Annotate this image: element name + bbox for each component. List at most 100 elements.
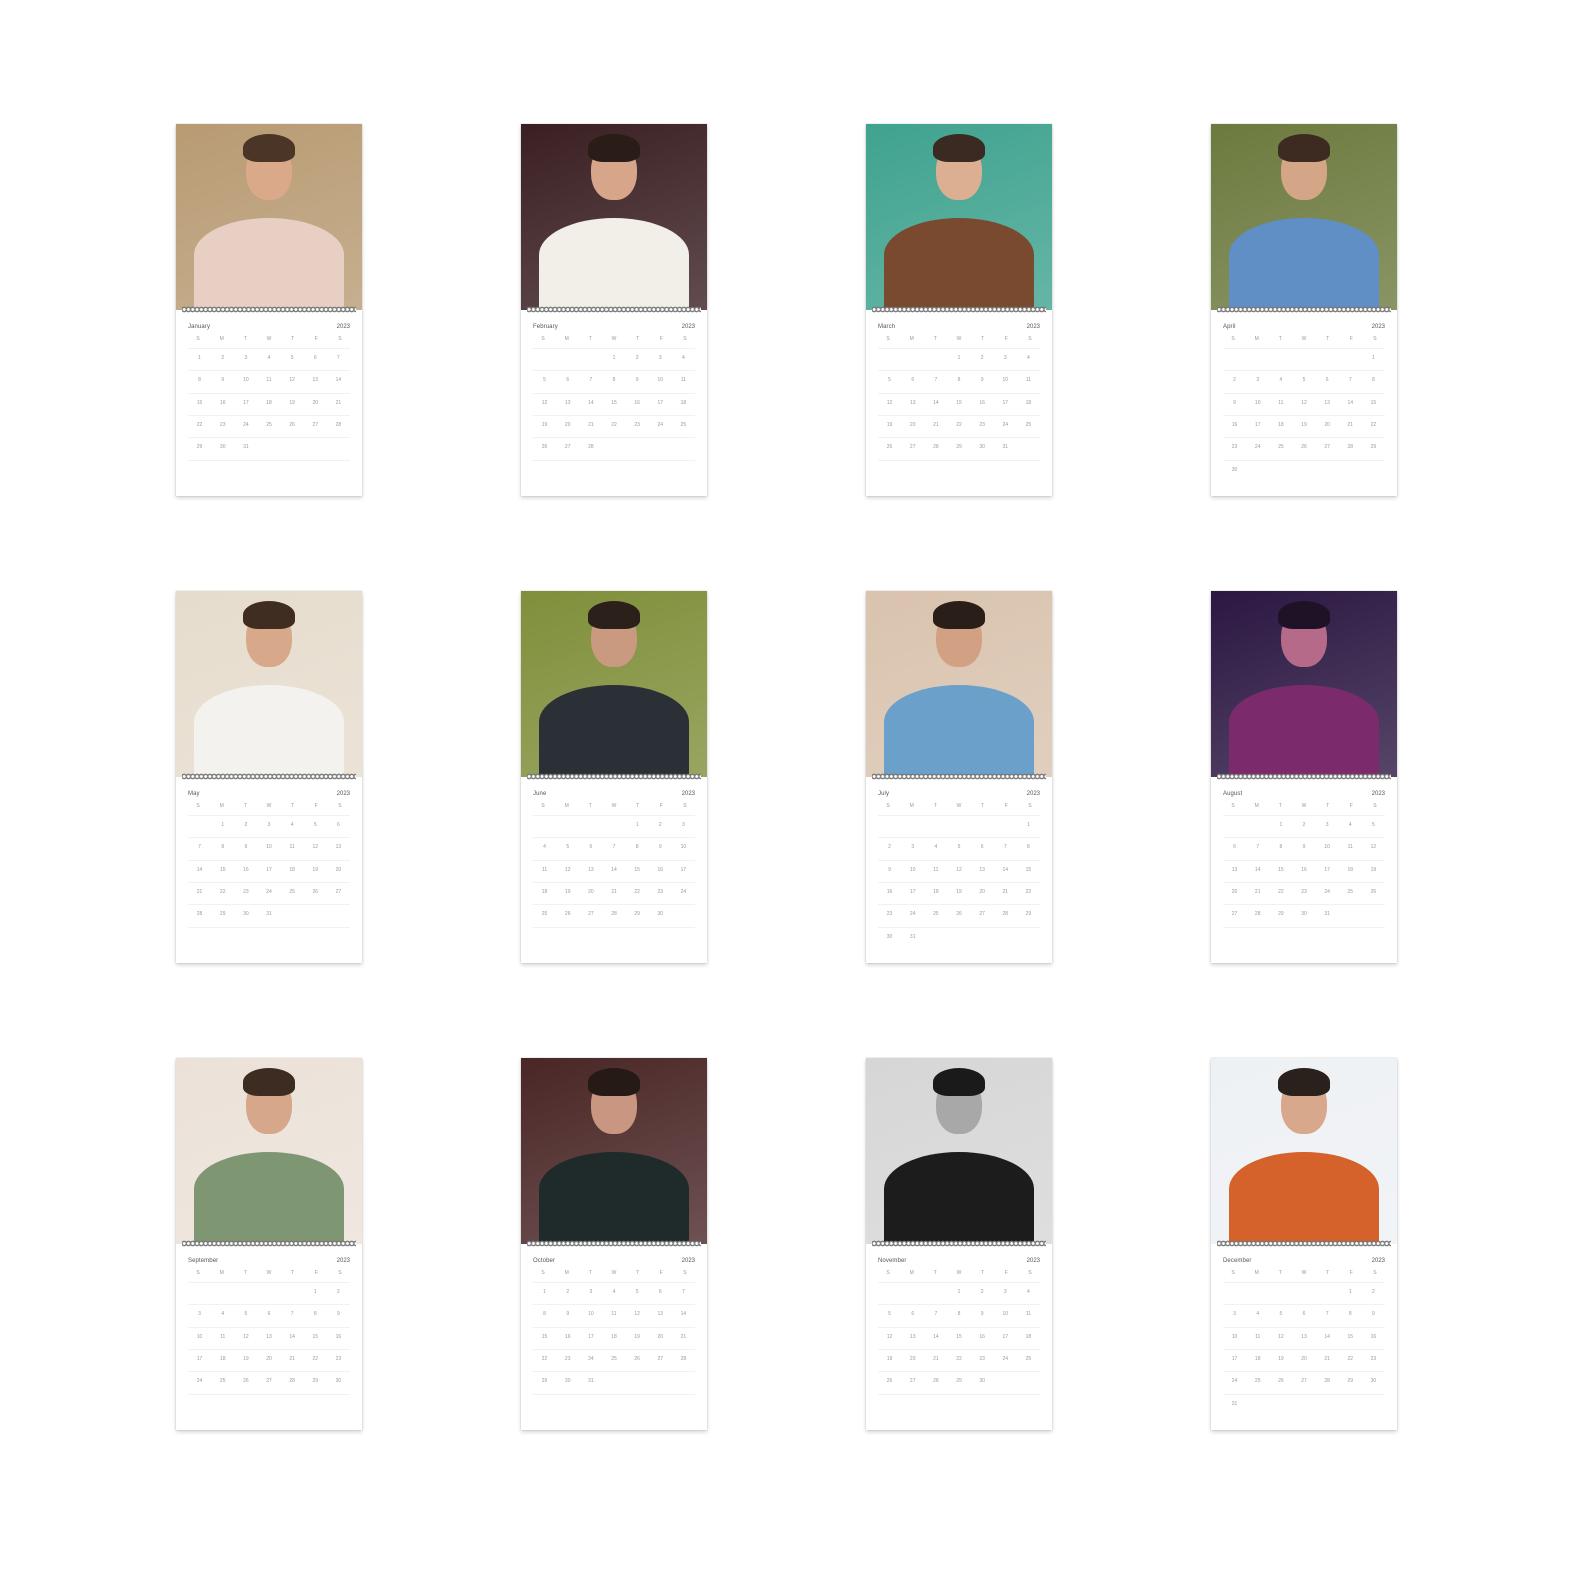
day-cell[interactable]: 16 — [625, 392, 649, 415]
day-cell[interactable]: 19 — [1292, 415, 1316, 437]
day-cell[interactable] — [280, 904, 304, 926]
day-cell[interactable]: 25 — [1016, 1349, 1040, 1371]
day-cell[interactable]: 28 — [924, 437, 948, 459]
day-cell[interactable]: 9 — [1292, 837, 1316, 859]
day-cell[interactable]: 7 — [1246, 837, 1270, 859]
day-cell[interactable]: 20 — [257, 1349, 281, 1371]
day-cell[interactable] — [303, 437, 327, 459]
day-cell[interactable] — [1292, 459, 1316, 482]
day-cell[interactable]: 9 — [1361, 1304, 1385, 1326]
day-cell[interactable]: 29 — [188, 437, 212, 459]
day-cell[interactable]: 9 — [1223, 392, 1247, 415]
calendar-page-september[interactable]: September 2023 S M T W T F S 1 2 3 4 5 6 7 8 9 10 11 12 13 14 1… — [176, 1058, 362, 1430]
day-cell[interactable] — [970, 815, 994, 837]
day-cell[interactable]: 10 — [1246, 392, 1270, 415]
day-cell[interactable]: 26 — [625, 1349, 649, 1371]
day-cell[interactable] — [257, 1282, 281, 1304]
day-cell[interactable]: 18 — [257, 392, 281, 415]
day-cell[interactable]: 21 — [1338, 415, 1362, 437]
day-cell[interactable]: 15 — [211, 859, 235, 882]
day-cell[interactable]: 12 — [625, 1304, 649, 1326]
day-cell[interactable] — [257, 459, 281, 482]
day-cell[interactable]: 17 — [1246, 415, 1270, 437]
day-cell[interactable]: 4 — [211, 1304, 235, 1326]
day-cell[interactable]: 5 — [280, 348, 304, 370]
day-cell[interactable]: 18 — [533, 882, 557, 904]
day-cell[interactable]: 8 — [1361, 370, 1385, 392]
day-cell[interactable]: 19 — [303, 859, 327, 882]
day-cell[interactable]: 28 — [1315, 1371, 1339, 1393]
day-cell[interactable]: 30 — [556, 1371, 580, 1393]
day-cell[interactable]: 19 — [1269, 1349, 1293, 1371]
day-cell[interactable]: 13 — [303, 370, 327, 392]
day-cell[interactable] — [234, 926, 258, 949]
day-cell[interactable]: 6 — [326, 815, 350, 837]
day-cell[interactable]: 22 — [533, 1349, 557, 1371]
day-cell[interactable]: 8 — [188, 370, 212, 392]
day-cell[interactable]: 11 — [280, 837, 304, 859]
day-cell[interactable]: 11 — [1338, 837, 1362, 859]
day-cell[interactable]: 14 — [280, 1326, 304, 1349]
day-cell[interactable]: 8 — [533, 1304, 557, 1326]
day-cell[interactable]: 20 — [579, 882, 603, 904]
day-cell[interactable]: 1 — [303, 1282, 327, 1304]
day-cell[interactable]: 16 — [648, 859, 672, 882]
day-cell[interactable] — [326, 1393, 350, 1416]
day-cell[interactable] — [1269, 926, 1293, 949]
day-cell[interactable] — [326, 437, 350, 459]
day-cell[interactable] — [280, 1282, 304, 1304]
day-cell[interactable] — [993, 1393, 1017, 1416]
day-cell[interactable] — [1361, 926, 1385, 949]
day-cell[interactable] — [602, 1371, 626, 1393]
day-cell[interactable]: 14 — [602, 859, 626, 882]
day-cell[interactable]: 16 — [1223, 415, 1247, 437]
day-cell[interactable]: 24 — [1223, 1371, 1247, 1393]
day-cell[interactable]: 21 — [993, 882, 1017, 904]
day-cell[interactable]: 17 — [188, 1349, 212, 1371]
day-cell[interactable]: 19 — [280, 392, 304, 415]
day-cell[interactable]: 3 — [901, 837, 925, 859]
day-cell[interactable]: 22 — [188, 415, 212, 437]
day-cell[interactable] — [1246, 459, 1270, 482]
day-cell[interactable]: 2 — [970, 1282, 994, 1304]
day-cell[interactable]: 10 — [993, 1304, 1017, 1326]
day-cell[interactable] — [993, 1371, 1017, 1393]
day-cell[interactable] — [671, 1371, 695, 1393]
day-cell[interactable]: 5 — [556, 837, 580, 859]
day-cell[interactable] — [303, 459, 327, 482]
day-cell[interactable]: 28 — [671, 1349, 695, 1371]
day-cell[interactable] — [625, 1393, 649, 1416]
day-cell[interactable]: 29 — [1016, 904, 1040, 926]
day-cell[interactable]: 18 — [924, 882, 948, 904]
day-cell[interactable] — [1315, 348, 1339, 370]
calendar-page-august[interactable]: August 2023 S M T W T F S 1 2 3 4 5 6 7 8 9 10 11 12 13 14 15 16… — [1211, 591, 1397, 963]
day-cell[interactable]: 9 — [648, 837, 672, 859]
day-cell[interactable] — [1246, 1282, 1270, 1304]
day-cell[interactable]: 16 — [1361, 1326, 1385, 1349]
day-cell[interactable] — [1269, 1282, 1293, 1304]
day-cell[interactable] — [1315, 459, 1339, 482]
day-cell[interactable]: 12 — [234, 1326, 258, 1349]
day-cell[interactable]: 27 — [1292, 1371, 1316, 1393]
day-cell[interactable] — [579, 459, 603, 482]
day-cell[interactable]: 23 — [211, 415, 235, 437]
day-cell[interactable]: 23 — [648, 882, 672, 904]
day-cell[interactable] — [533, 815, 557, 837]
day-cell[interactable]: 28 — [924, 1371, 948, 1393]
day-cell[interactable]: 2 — [1292, 815, 1316, 837]
day-cell[interactable]: 10 — [1315, 837, 1339, 859]
day-cell[interactable]: 5 — [878, 1304, 902, 1326]
calendar-page-march[interactable]: March 2023 S M T W T F S 1 2 3 4 5 6 7 8 9 10 11 12 13 14 15 16 1… — [866, 124, 1052, 496]
day-cell[interactable] — [993, 815, 1017, 837]
day-cell[interactable]: 3 — [671, 815, 695, 837]
day-cell[interactable] — [1315, 1282, 1339, 1304]
day-cell[interactable]: 31 — [1315, 904, 1339, 926]
day-cell[interactable]: 5 — [947, 837, 971, 859]
day-cell[interactable]: 24 — [671, 882, 695, 904]
day-cell[interactable] — [1292, 348, 1316, 370]
day-cell[interactable]: 15 — [947, 1326, 971, 1349]
day-cell[interactable]: 25 — [211, 1371, 235, 1393]
day-cell[interactable]: 22 — [602, 415, 626, 437]
day-cell[interactable]: 7 — [579, 370, 603, 392]
day-cell[interactable]: 2 — [1361, 1282, 1385, 1304]
